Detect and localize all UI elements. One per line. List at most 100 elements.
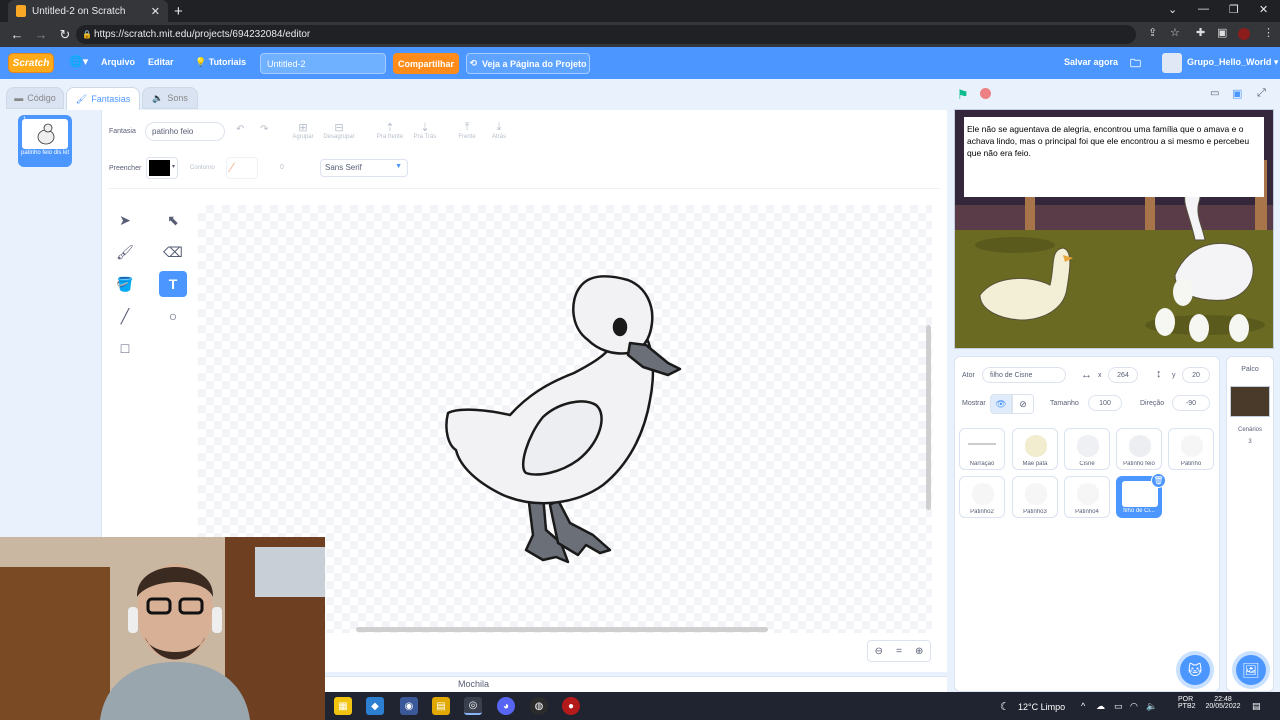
- green-flag-icon[interactable]: ⚑: [957, 87, 969, 103]
- network-icon[interactable]: ▭: [1114, 701, 1123, 712]
- tab-search-icon[interactable]: ⌄: [1168, 3, 1177, 16]
- share-button[interactable]: Compartilhar: [393, 53, 459, 74]
- tab-code[interactable]: ▬ Código: [6, 87, 64, 109]
- fill-color-picker[interactable]: ▾: [146, 157, 178, 179]
- hide-eye-icon[interactable]: ⊘: [1012, 394, 1034, 414]
- restore-icon[interactable]: ❐: [1229, 3, 1239, 16]
- canvas-horizontal-scrollbar[interactable]: [356, 627, 768, 632]
- close-window-icon[interactable]: ✕: [1259, 3, 1268, 16]
- sprite-tile-patinho3[interactable]: Patinho3: [1012, 476, 1058, 518]
- weather-text[interactable]: 12°C Limpo: [1018, 702, 1065, 712]
- side-panel-icon[interactable]: ▣: [1217, 26, 1227, 39]
- stop-icon[interactable]: [980, 88, 991, 99]
- font-select[interactable]: Sans Serif ▼: [320, 159, 408, 177]
- back-icon[interactable]: ←: [10, 27, 24, 42]
- my-stuff-folder-icon[interactable]: 🗀: [1130, 55, 1141, 74]
- clock[interactable]: 22:48 20/05/2022: [1201, 696, 1245, 710]
- reload-icon[interactable]: ↻: [58, 27, 72, 43]
- scratch-logo[interactable]: Scratch: [8, 53, 54, 73]
- new-tab-icon[interactable]: +: [174, 3, 183, 20]
- user-avatar[interactable]: [1162, 53, 1182, 73]
- sprite-tile-cisne[interactable]: Cisne: [1064, 428, 1110, 470]
- chrome-icon[interactable]: ◎: [464, 697, 482, 715]
- account-menu[interactable]: Grupo_Hello_World ▾: [1187, 57, 1278, 68]
- cloud-icon[interactable]: ☁: [1096, 701, 1105, 712]
- see-project-page-button[interactable]: ⟲ Veja a Página do Projeto: [466, 53, 590, 74]
- extensions-icon[interactable]: ✚: [1196, 26, 1205, 39]
- sprite-tile-patinho2[interactable]: Patinho2: [959, 476, 1005, 518]
- ungroup-button[interactable]: ⊟ Desagrupar: [320, 121, 358, 140]
- bookmark-star-icon[interactable]: ☆: [1170, 26, 1180, 39]
- sprite-tile-patinho-feio[interactable]: Patinho feio: [1116, 428, 1162, 470]
- share-page-icon[interactable]: ⇪: [1148, 26, 1157, 39]
- fill-tool-icon[interactable]: 🪣: [111, 271, 139, 297]
- direction-input[interactable]: -90: [1172, 395, 1210, 411]
- group-button[interactable]: ⊞ Agrupar: [288, 121, 318, 140]
- sprite-name-input[interactable]: filho de Cisne: [982, 367, 1066, 383]
- store-icon[interactable]: ◆: [366, 697, 384, 715]
- line-tool-icon[interactable]: ╱: [111, 303, 139, 329]
- undo-icon[interactable]: ↶: [236, 124, 244, 135]
- backpack-bar[interactable]: Mochila: [325, 676, 947, 692]
- tab-costumes[interactable]: 🖌 Fantasias: [66, 87, 140, 110]
- notifications-icon[interactable]: ▤: [1252, 701, 1261, 712]
- costume-tile[interactable]: 1 patinho feio dis kit: [18, 115, 72, 167]
- delete-sprite-trash-icon[interactable]: 🗑: [1151, 473, 1166, 488]
- select-tool-icon[interactable]: ➤: [111, 207, 139, 233]
- minimize-icon[interactable]: —: [1198, 3, 1209, 15]
- project-title-input[interactable]: Untitled-2: [260, 53, 386, 74]
- file-explorer-icon[interactable]: ▤: [432, 697, 450, 715]
- add-backdrop-icon[interactable]: 🖼: [1236, 655, 1266, 685]
- redo-icon[interactable]: ↷: [260, 124, 268, 135]
- discord-icon[interactable]: ◕: [497, 697, 515, 715]
- forward-icon[interactable]: →: [34, 27, 48, 42]
- wifi-icon[interactable]: ◠: [1130, 701, 1138, 712]
- reshape-tool-icon[interactable]: ⬉: [159, 207, 187, 233]
- small-stage-icon[interactable]: ▭: [1210, 88, 1219, 99]
- menu-tutorials[interactable]: 💡 Tutoriais: [195, 57, 246, 68]
- size-input[interactable]: 100: [1088, 395, 1122, 411]
- brush-tool-icon[interactable]: 🖌: [111, 239, 139, 265]
- rectangle-tool-icon[interactable]: □: [111, 335, 139, 361]
- browser-tab[interactable]: Untitled-2 on Scratch ✕: [8, 0, 168, 22]
- text-tool-icon[interactable]: T: [159, 271, 187, 297]
- menu-edit[interactable]: Editar: [148, 57, 174, 67]
- zoom-in-icon[interactable]: ⊕: [915, 646, 923, 657]
- tray-overflow-icon[interactable]: ^: [1081, 701, 1085, 711]
- close-tab-icon[interactable]: ✕: [151, 5, 160, 18]
- eraser-tool-icon[interactable]: ⌫: [159, 239, 187, 265]
- zoom-out-icon[interactable]: ⊖: [875, 646, 883, 657]
- tab-sounds[interactable]: 🔈 Sons: [142, 87, 198, 109]
- save-now-button[interactable]: Salvar agora: [1064, 57, 1118, 67]
- back-button[interactable]: ⤓ Atrás: [485, 121, 513, 140]
- fullscreen-icon[interactable]: ⤢: [1257, 87, 1266, 100]
- y-input[interactable]: 20: [1182, 367, 1210, 383]
- obs-icon[interactable]: ◍: [530, 697, 548, 715]
- recorder-icon[interactable]: ●: [562, 697, 580, 715]
- front-button[interactable]: ⤒ Frente: [453, 121, 481, 140]
- volume-icon[interactable]: 🔈: [1146, 701, 1157, 712]
- address-bar[interactable]: 🔒 https://scratch.mit.edu/projects/69423…: [76, 25, 1136, 44]
- backward-button[interactable]: ⇣ Pra Trás: [407, 121, 443, 140]
- start-icon[interactable]: ▦: [334, 697, 352, 715]
- backdrop-thumbnail[interactable]: [1230, 386, 1270, 417]
- sprite-tile-patinho4[interactable]: Patinho4: [1064, 476, 1110, 518]
- show-eye-icon[interactable]: 👁: [990, 394, 1012, 414]
- large-stage-icon[interactable]: ▣: [1232, 87, 1242, 100]
- canvas-vertical-scrollbar[interactable]: [926, 325, 931, 510]
- circle-tool-icon[interactable]: ○: [159, 303, 187, 329]
- forward-button[interactable]: ⇡ Pra frente: [372, 121, 408, 140]
- outline-size-input[interactable]: 0: [272, 164, 292, 171]
- language-globe-icon[interactable]: 🌐▾: [69, 55, 88, 68]
- menu-file[interactable]: Arquivo: [101, 57, 135, 67]
- costume-name-input[interactable]: patinho feio: [145, 122, 225, 141]
- profile-avatar-icon[interactable]: [1238, 28, 1250, 40]
- browser-menu-icon[interactable]: ⋮: [1263, 26, 1274, 39]
- sprite-tile-patinho[interactable]: Patinho: [1168, 428, 1214, 470]
- app-icon[interactable]: ◉: [400, 697, 418, 715]
- sprite-tile-mae-pata[interactable]: Mãe pata: [1012, 428, 1058, 470]
- x-input[interactable]: 264: [1108, 367, 1138, 383]
- outline-color-picker[interactable]: ⁄: [226, 157, 258, 179]
- sprite-tile-narracao[interactable]: Narração: [959, 428, 1005, 470]
- zoom-reset-button[interactable]: =: [896, 646, 902, 657]
